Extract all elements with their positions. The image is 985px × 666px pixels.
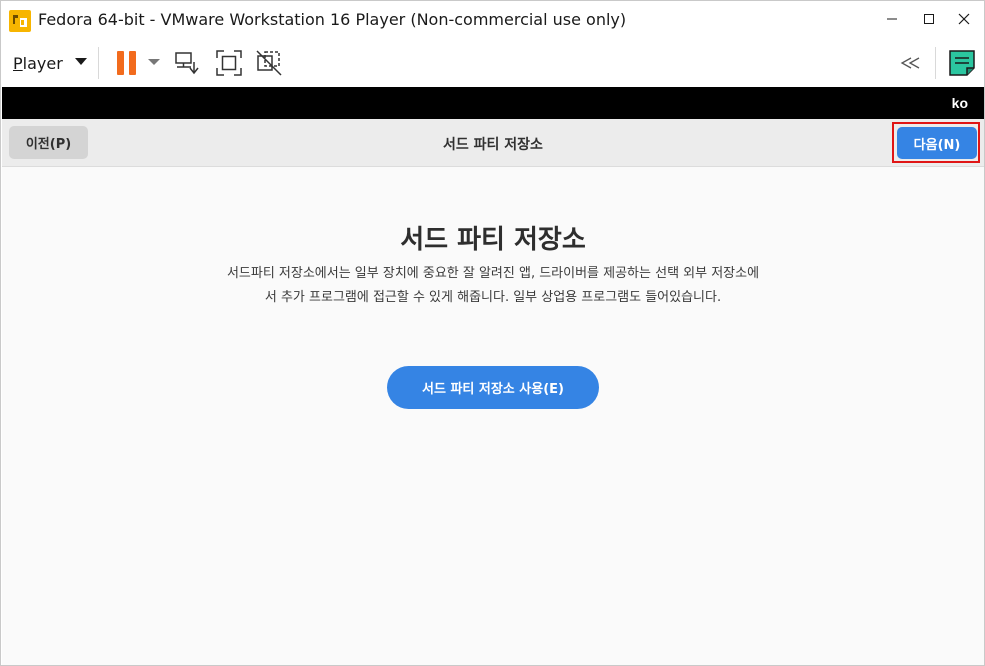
language-indicator[interactable]: ko	[952, 95, 968, 111]
description-line: 서드파티 저장소에서는 일부 장치에 중요한 잘 알려진 앱, 드라이버를 제공…	[226, 266, 760, 281]
vm-top-bar: ko	[2, 87, 984, 119]
enable-third-party-repos-button[interactable]: 서드 파티 저장소 사용(E)	[387, 366, 599, 409]
player-menu-mnemonic: P	[13, 53, 23, 73]
fullscreen-icon[interactable]	[214, 48, 244, 78]
maximize-icon	[924, 14, 934, 24]
close-button[interactable]	[947, 1, 981, 37]
toolbar-divider	[935, 47, 936, 79]
minimize-button[interactable]	[875, 1, 909, 37]
pause-button[interactable]	[114, 49, 140, 77]
maximize-button[interactable]	[912, 1, 946, 37]
player-toolbar: Player	[1, 39, 984, 87]
send-ctrl-alt-del-icon[interactable]	[173, 48, 203, 78]
pause-icon-bar	[129, 51, 136, 75]
main-content: 서드 파티 저장소 서드파티 저장소에서는 일부 장치에 중요한 잘 알려진 앱…	[2, 167, 984, 665]
player-menu-label: layer	[22, 53, 63, 73]
window-title: Fedora 64-bit - VMware Workstation 16 Pl…	[38, 10, 627, 29]
installer-header-bar: 이전(P) 서드 파티 저장소 다음(N)	[2, 119, 984, 167]
next-button[interactable]: 다음(N)	[897, 127, 977, 159]
unity-disabled-icon[interactable]	[254, 48, 284, 78]
description-line: 서 추가 프로그램에 접근할 수 있게 해줍니다. 일부 상업용 프로그램도 들…	[264, 290, 722, 305]
minimize-icon	[887, 18, 897, 20]
chevron-down-icon[interactable]	[75, 58, 87, 65]
toolbar-divider	[98, 47, 99, 79]
collapse-double-chevron-icon[interactable]	[897, 48, 927, 78]
section-heading: 서드 파티 저장소	[400, 225, 586, 255]
title-bar: Fedora 64-bit - VMware Workstation 16 Pl…	[1, 1, 984, 39]
pause-icon	[117, 51, 124, 75]
player-menu[interactable]: Player	[13, 50, 63, 76]
close-icon	[958, 13, 970, 25]
page-title: 서드 파티 저장소	[443, 137, 543, 153]
vmware-player-logo-icon	[9, 10, 31, 32]
chevron-down-icon[interactable]	[148, 59, 160, 65]
section-description: 서드파티 저장소에서는 일부 장치에 중요한 잘 알려진 앱, 드라이버를 제공…	[193, 262, 793, 310]
vmware-player-window: Fedora 64-bit - VMware Workstation 16 Pl…	[0, 0, 985, 666]
notes-icon[interactable]	[947, 48, 977, 78]
